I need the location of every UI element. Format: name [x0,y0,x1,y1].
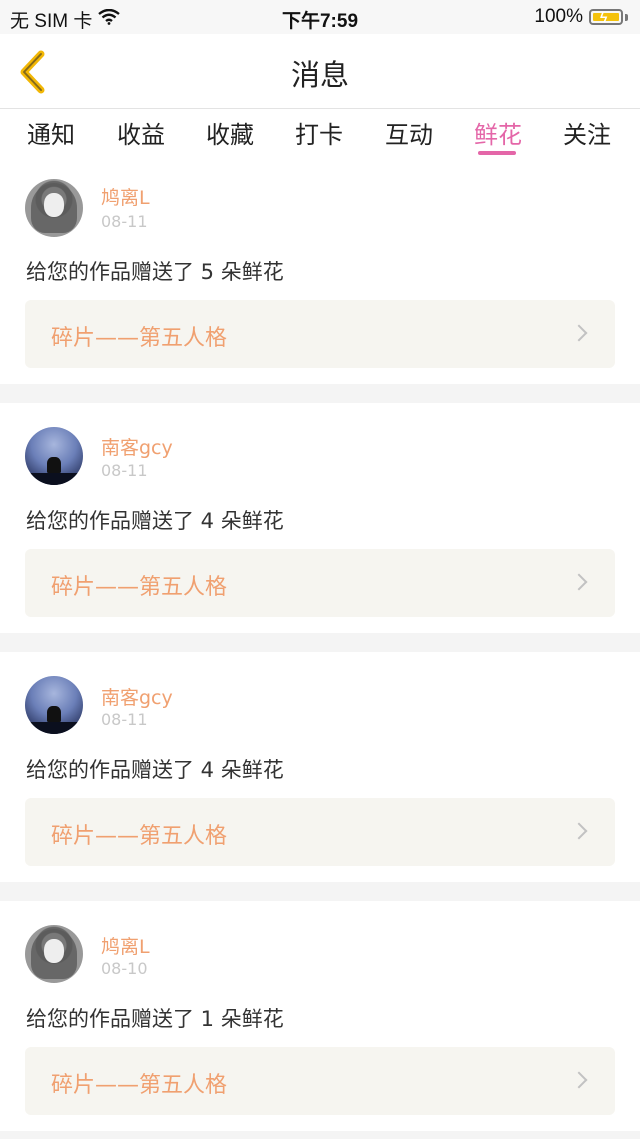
avatar[interactable] [25,179,83,237]
chevron-right-icon [570,573,588,591]
tab-notice[interactable]: 通知 [16,115,86,150]
battery-percent: 100% [534,6,583,27]
message-text: 给您的作品赠送了 4 朵鲜花 [26,509,284,533]
message-date: 08-11 [101,212,148,231]
tab-follow[interactable]: 关注 [552,115,622,150]
message-text: 给您的作品赠送了 5 朵鲜花 [26,260,284,284]
page-title: 消息 [290,58,349,92]
chevron-right-icon [570,1071,588,1089]
avatar[interactable] [25,427,83,485]
message-card: 鸠离L 08-10 给您的作品赠送了 1 朵鲜花 碎片——第五人格 [0,901,640,1131]
message-card: 南客gcy 08-11 给您的作品赠送了 4 朵鲜花 碎片——第五人格 [0,403,640,633]
message-card: 鸠离L 08-11 给您的作品赠送了 5 朵鲜花 碎片——第五人格 [0,159,640,384]
username[interactable]: 南客gcy [101,433,173,460]
message-date: 08-10 [101,959,148,978]
tab-earnings[interactable]: 收益 [106,115,176,150]
message-text: 给您的作品赠送了 1 朵鲜花 [26,1007,284,1031]
chevron-right-icon [570,822,588,840]
avatar[interactable] [25,925,83,983]
tab-interaction[interactable]: 互动 [374,115,444,150]
message-date: 08-11 [101,461,148,480]
work-title: 碎片——第五人格 [51,824,228,849]
work-link[interactable]: 碎片——第五人格 [25,549,615,617]
tab-checkin[interactable]: 打卡 [284,115,354,150]
tab-flowers[interactable]: 鲜花 [463,115,533,150]
tab-bar: 通知 收益 收藏 打卡 互动 鲜花 关注 [0,109,640,159]
work-title: 碎片——第五人格 [51,1073,228,1098]
username[interactable]: 鸠离L [101,183,150,210]
status-bar: 无 SIM 卡 下午7:59 100% ϟ [0,0,640,34]
battery-tip [625,13,628,21]
battery-icon: ϟ [589,9,623,25]
chevron-right-icon [570,324,588,342]
work-title: 碎片——第五人格 [51,326,228,351]
username[interactable]: 南客gcy [101,683,173,710]
work-link[interactable]: 碎片——第五人格 [25,300,615,368]
work-link[interactable]: 碎片——第五人格 [25,798,615,866]
work-link[interactable]: 碎片——第五人格 [25,1047,615,1115]
nav-bar: 消息 [0,34,640,109]
avatar[interactable] [25,676,83,734]
username[interactable]: 鸠离L [101,932,150,959]
active-tab-indicator [478,151,516,155]
work-title: 碎片——第五人格 [51,575,228,600]
tab-favorites[interactable]: 收藏 [195,115,265,150]
status-right: 100% ϟ [534,6,628,28]
message-date: 08-11 [101,710,148,729]
message-card: 南客gcy 08-11 给您的作品赠送了 4 朵鲜花 碎片——第五人格 [0,652,640,882]
message-text: 给您的作品赠送了 4 朵鲜花 [26,758,284,782]
